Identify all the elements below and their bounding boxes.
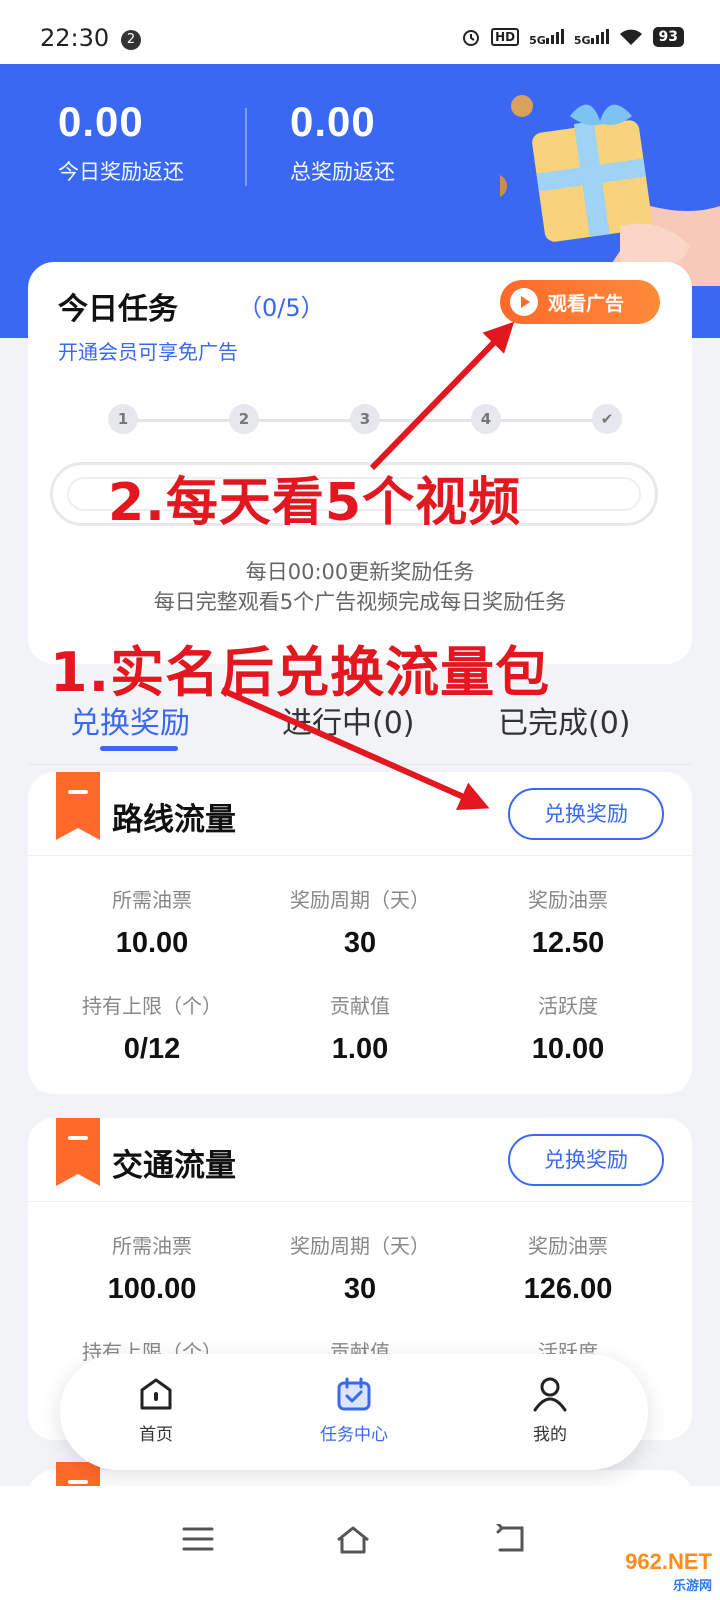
detail-contribution: 贡献值 1.00 bbox=[256, 980, 464, 1086]
signal-icon bbox=[590, 26, 609, 44]
menu-icon[interactable] bbox=[182, 1524, 214, 1554]
wifi-icon bbox=[619, 29, 642, 45]
reward-card: 路线流量 兑换奖励 所需油票 10.00 奖励周期（天） 30 奖励油票 12.50 … bbox=[28, 772, 692, 1094]
detail-value: 0/12 bbox=[123, 1033, 181, 1065]
redeem-button[interactable]: 兑换奖励 bbox=[508, 788, 664, 840]
detail-label: 奖励周期（天） bbox=[290, 1234, 430, 1258]
alarm-icon bbox=[463, 30, 480, 46]
signal-label: 5G bbox=[573, 34, 591, 47]
step-2: 2 bbox=[229, 404, 259, 434]
gift-illustration bbox=[500, 95, 720, 286]
detail-value: 126.00 bbox=[523, 1273, 613, 1305]
detail-required-tickets: 所需油票 100.00 bbox=[48, 1220, 256, 1326]
watermark-sub: 乐游网 bbox=[672, 1578, 712, 1593]
reward-card-details: 所需油票 10.00 奖励周期（天） 30 奖励油票 12.50 持有上限（个） 0/1… bbox=[28, 856, 692, 1086]
hd-icon: HD bbox=[491, 28, 520, 46]
detail-value: 30 bbox=[343, 927, 377, 959]
today-reward-label: 今日奖励返还 bbox=[58, 160, 184, 184]
detail-label: 奖励周期（天） bbox=[290, 888, 430, 912]
status-time: 22:30 bbox=[40, 24, 110, 52]
watch-ad-button[interactable]: 观看广告 bbox=[500, 280, 660, 324]
back-icon[interactable] bbox=[494, 1524, 528, 1554]
detail-label: 所需油票 bbox=[112, 1234, 192, 1258]
reward-card-title: 路线流量 bbox=[112, 802, 236, 838]
bottom-nav: 首页 任务中心 我的 bbox=[60, 1354, 648, 1470]
nav-mine[interactable]: 我的 bbox=[490, 1374, 610, 1445]
battery-icon: 93 bbox=[652, 27, 684, 47]
nav-mine-label: 我的 bbox=[533, 1425, 567, 1445]
today-reward-stat: 0.00 今日奖励返还 bbox=[58, 98, 184, 186]
reward-card-header: 路线流量 兑换奖励 bbox=[28, 772, 692, 856]
vip-link[interactable]: 开通会员可享免广告 bbox=[58, 336, 238, 365]
nav-home[interactable]: 首页 bbox=[96, 1374, 216, 1445]
reward-card-title: 交通流量 bbox=[112, 1148, 236, 1184]
detail-required-tickets: 所需油票 10.00 bbox=[48, 874, 256, 980]
tabs-divider bbox=[28, 764, 692, 765]
task-progress: （0/5） bbox=[238, 294, 325, 322]
annotation-watch-videos: 2.每天看5个视频 bbox=[108, 473, 522, 533]
play-icon bbox=[510, 288, 538, 316]
step-3: 3 bbox=[350, 404, 380, 434]
nav-home-label: 首页 bbox=[139, 1425, 173, 1445]
task-title: 今日任务 bbox=[58, 292, 178, 327]
task-steps: 1 2 3 4 ✔ bbox=[108, 402, 622, 438]
total-reward-stat: 0.00 总奖励返还 bbox=[290, 98, 395, 186]
stat-divider bbox=[245, 108, 247, 186]
detail-holding-limit: 持有上限（个） 0/12 bbox=[48, 980, 256, 1086]
detail-label: 贡献值 bbox=[330, 994, 390, 1018]
signal-5g-2: 5G bbox=[574, 26, 609, 48]
detail-reward-period: 奖励周期（天） 30 bbox=[256, 874, 464, 980]
annotation-redeem-after-verify: 1.实名后兑换流量包 bbox=[50, 641, 551, 704]
detail-label: 奖励油票 bbox=[528, 888, 608, 912]
signal-label: 5G bbox=[529, 34, 546, 47]
detail-reward-period: 奖励周期（天） 30 bbox=[256, 1220, 464, 1326]
bookmark-icon bbox=[56, 1118, 100, 1186]
step-4: 4 bbox=[471, 404, 501, 434]
reward-card-header: 交通流量 兑换奖励 bbox=[28, 1118, 692, 1202]
detail-value: 12.50 bbox=[531, 927, 605, 959]
detail-label: 奖励油票 bbox=[528, 1234, 608, 1258]
signal-5g-1: 5G bbox=[529, 26, 564, 48]
detail-label: 活跃度 bbox=[538, 994, 598, 1018]
system-nav-bar: 962.NET 乐游网 bbox=[0, 1486, 720, 1600]
redeem-button[interactable]: 兑换奖励 bbox=[508, 1134, 664, 1186]
step-1: 1 bbox=[108, 404, 138, 434]
total-reward-value: 0.00 bbox=[290, 98, 376, 145]
detail-label: 所需油票 bbox=[112, 888, 192, 912]
status-bar: 22:30 2 HD 5G 5G 93 bbox=[0, 0, 720, 64]
detail-reward-tickets: 奖励油票 126.00 bbox=[464, 1220, 672, 1326]
detail-value: 100.00 bbox=[107, 1273, 197, 1305]
watch-ad-label: 观看广告 bbox=[548, 292, 625, 315]
update-note: 每日00:00更新奖励任务 bbox=[245, 560, 475, 584]
user-icon bbox=[533, 1377, 567, 1412]
rule-note: 每日完整观看5个广告视频完成每日奖励任务 bbox=[153, 590, 567, 614]
calendar-check-icon bbox=[337, 1377, 371, 1411]
signal-icon bbox=[545, 26, 564, 44]
detail-value: 30 bbox=[343, 1273, 377, 1305]
nav-task-center-label: 任务中心 bbox=[320, 1425, 388, 1445]
status-icons: HD 5G 5G 93 bbox=[461, 26, 684, 48]
today-reward-value: 0.00 bbox=[58, 98, 144, 145]
bookmark-icon bbox=[56, 772, 100, 840]
detail-reward-tickets: 奖励油票 12.50 bbox=[464, 874, 672, 980]
watermark-text: 962.NET bbox=[625, 1549, 712, 1574]
home-icon bbox=[140, 1378, 172, 1410]
detail-value: 10.00 bbox=[531, 1033, 605, 1065]
nav-task-center[interactable]: 任务中心 bbox=[294, 1374, 414, 1445]
home-nav-icon[interactable] bbox=[334, 1524, 372, 1556]
notification-badge: 2 bbox=[121, 30, 141, 50]
watermark: 962.NET 乐游网 bbox=[625, 1549, 712, 1594]
detail-label: 持有上限（个） bbox=[82, 994, 222, 1018]
detail-value: 1.00 bbox=[331, 1033, 389, 1065]
detail-activity: 活跃度 10.00 bbox=[464, 980, 672, 1086]
step-complete: ✔ bbox=[592, 404, 622, 434]
total-reward-label: 总奖励返还 bbox=[290, 160, 395, 184]
tab-indicator bbox=[100, 746, 178, 751]
detail-value: 10.00 bbox=[115, 927, 189, 959]
